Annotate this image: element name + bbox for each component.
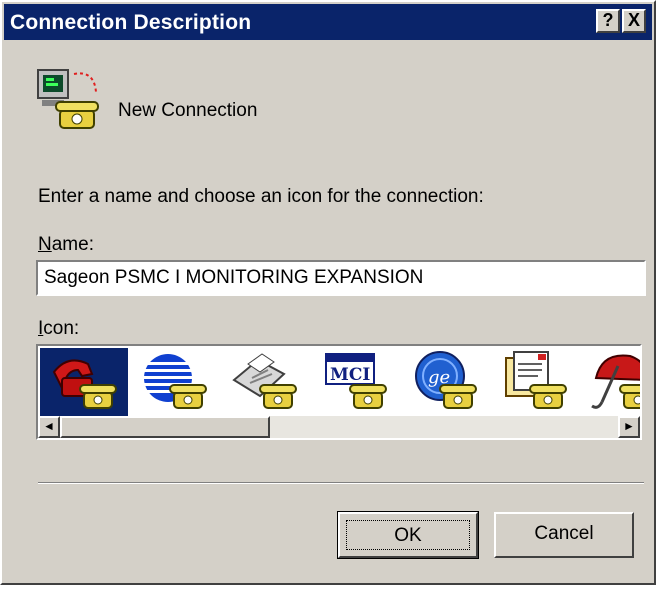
mci-phone-icon: MCI [325,353,387,409]
icon-option-globe[interactable] [130,348,218,416]
scroll-right-button[interactable]: ► [618,416,640,438]
icon-list[interactable]: MCI ge ◄ ► [36,344,642,440]
icon-option-ge[interactable]: ge [400,348,488,416]
close-button[interactable]: X [622,9,646,33]
separator [38,482,644,484]
icon-label-rest: con: [43,318,80,339]
ok-button-label: OK [346,520,470,550]
umbrella-phone-icon [591,354,640,409]
icon-strip: MCI ge [38,346,640,416]
icon-label: Icon: [38,318,79,340]
connection-description-dialog: Connection Description ? X New Connectio… [0,0,656,585]
scroll-left-button[interactable]: ◄ [38,416,60,438]
phone-computer-icon [34,64,106,136]
icon-option-fax[interactable] [220,348,308,416]
svg-text:MCI: MCI [330,365,370,385]
scrollbar-thumb[interactable] [60,416,270,438]
icon-option-umbrella[interactable] [580,348,640,416]
title-bar[interactable]: Connection Description ? X [4,4,652,40]
window-title: Connection Description [10,11,252,34]
documents-phone-icon [505,351,567,409]
red-phone-icon [52,359,117,409]
cancel-button[interactable]: Cancel [494,512,634,558]
fax-phone-icon [232,353,297,409]
horizontal-scrollbar[interactable]: ◄ ► [38,416,640,438]
name-label: Name: [38,234,94,256]
ok-button[interactable]: OK [337,511,479,559]
instruction-text: Enter a name and choose an icon for the … [38,186,484,207]
name-label-accel: N [38,234,52,255]
ge-phone-icon: ge [415,351,477,409]
icon-option-documents[interactable] [490,348,578,416]
globe-phone-icon [142,354,207,409]
icon-option-mci[interactable]: MCI [310,348,398,416]
new-connection-label: New Connection [118,100,258,121]
icon-option-red-phone[interactable] [40,348,128,416]
name-label-rest: ame: [51,234,94,255]
help-button[interactable]: ? [596,9,620,33]
name-input[interactable] [36,260,646,296]
